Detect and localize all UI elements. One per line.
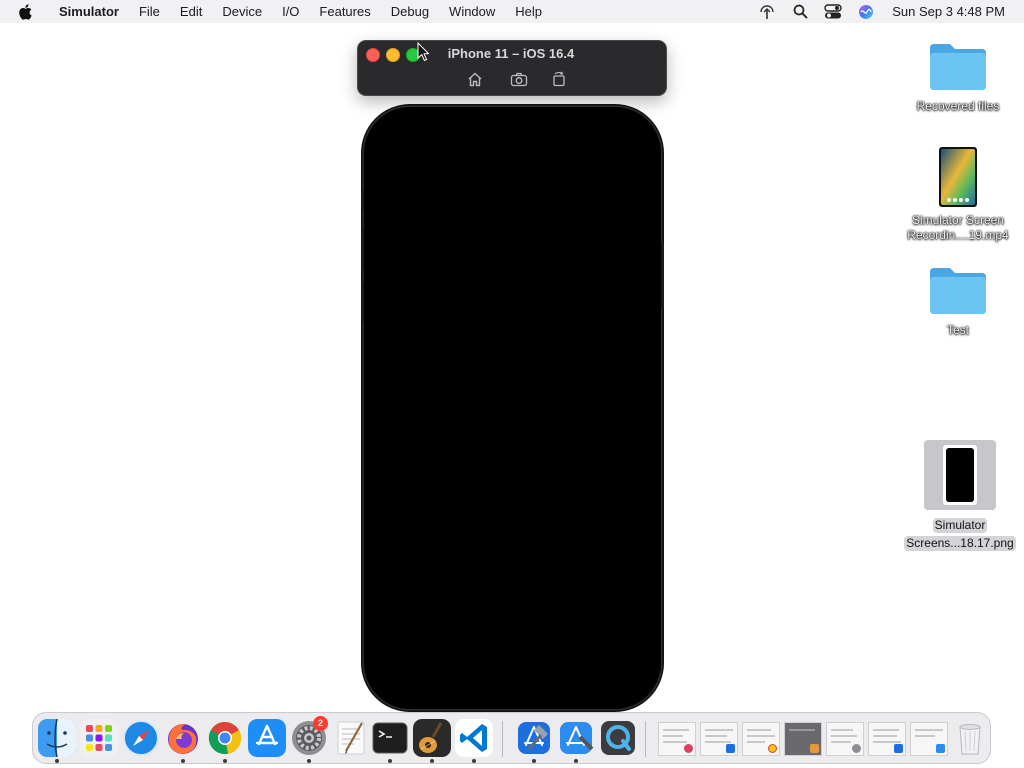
apple-menu-icon[interactable]	[18, 3, 35, 20]
desktop-item-label-line2: Recordin....19.mp4	[907, 228, 1009, 242]
mouse-pointer-icon	[417, 42, 429, 62]
window-title: iPhone 11 – iOS 16.4	[358, 46, 666, 61]
running-indicator	[532, 759, 536, 763]
dock-separator	[502, 721, 503, 757]
side-power-button	[661, 242, 664, 308]
status-area: Sun Sep 3 4:48 PM	[756, 0, 1024, 23]
dock-window-thumbnail[interactable]	[868, 722, 906, 756]
png-thumbnail-icon	[924, 440, 996, 510]
volume-up-button	[361, 228, 364, 270]
ring-silent-switch	[361, 189, 364, 211]
dock-safari-icon[interactable]	[122, 719, 160, 757]
dock-launchpad-icon[interactable]	[80, 719, 118, 757]
menu-device[interactable]: Device	[212, 0, 272, 23]
menu-help[interactable]: Help	[505, 0, 552, 23]
app-badge-icon	[684, 744, 693, 753]
dock-trash-icon[interactable]	[951, 719, 989, 757]
window-title-text: iPhone 11 – iOS 16.4	[447, 46, 575, 61]
home-icon[interactable]	[465, 70, 485, 88]
screenshot-icon[interactable]	[509, 70, 529, 88]
running-indicator	[472, 759, 476, 763]
desktop-item-label: Test	[946, 323, 969, 337]
simulator-window-toolbar[interactable]: iPhone 11 – iOS 16.4	[357, 40, 667, 96]
running-indicator	[307, 759, 311, 763]
dock-window-thumbnail[interactable]	[742, 722, 780, 756]
running-indicator	[388, 759, 392, 763]
app-badge-icon	[768, 744, 777, 753]
running-indicator	[181, 759, 185, 763]
menu-edit[interactable]: Edit	[170, 0, 212, 23]
dock-simulator-icon[interactable]	[557, 719, 595, 757]
app-badge-icon	[894, 744, 903, 753]
dock-window-thumbnail[interactable]	[700, 722, 738, 756]
dock-finder-icon[interactable]	[38, 719, 76, 757]
volume-down-button	[361, 281, 364, 323]
dock-textedit-icon[interactable]	[332, 719, 370, 757]
desktop-item-label-line1: Simulator	[932, 518, 988, 533]
dock-system-settings-icon[interactable]: 2	[290, 716, 328, 757]
dock-window-thumbnail[interactable]	[910, 722, 948, 756]
folder-icon	[930, 44, 986, 90]
dock-separator	[645, 721, 646, 757]
folder-icon	[930, 268, 986, 314]
desktop-item-label-line1: Simulator Screen	[911, 213, 1005, 227]
running-indicator	[223, 759, 227, 763]
desktop-item-label-line2: Screens...18.17.png	[904, 536, 1016, 551]
menu-bar: Simulator File Edit Device I/O Features …	[0, 0, 1024, 23]
menu-debug[interactable]: Debug	[381, 0, 439, 23]
dock-xcode-icon[interactable]	[515, 719, 553, 757]
desktop-item-label: Recovered files	[916, 99, 1000, 113]
airdrop-icon[interactable]	[756, 3, 778, 21]
menu-window[interactable]: Window	[439, 0, 505, 23]
menu-app-name[interactable]: Simulator	[51, 0, 129, 23]
dock-firefox-icon[interactable]	[164, 719, 202, 757]
control-center-icon[interactable]	[822, 3, 844, 21]
dock-app-store-icon[interactable]	[248, 719, 286, 757]
menu-features[interactable]: Features	[309, 0, 380, 23]
dock-window-thumbnail[interactable]	[826, 722, 864, 756]
dock-terminal-icon[interactable]	[371, 719, 409, 757]
running-indicator	[574, 759, 578, 763]
search-icon[interactable]	[789, 3, 811, 21]
dock-chrome-icon[interactable]	[206, 719, 244, 757]
video-thumbnail-icon	[939, 147, 977, 207]
app-badge-icon	[810, 744, 819, 753]
menubar-clock[interactable]: Sun Sep 3 4:48 PM	[892, 4, 1005, 19]
rotate-icon[interactable]	[549, 70, 569, 88]
dock-garageband-icon[interactable]	[413, 719, 451, 757]
desktop-item-screen-recording[interactable]: Simulator Screen Recordin....19.mp4	[898, 146, 1018, 243]
dock-window-thumbnail[interactable]	[658, 722, 696, 756]
running-indicator	[55, 759, 59, 763]
dock-quicktime-icon[interactable]	[599, 719, 637, 757]
siri-icon[interactable]	[855, 3, 877, 21]
dock: 2	[32, 712, 991, 764]
desktop-item-test-folder[interactable]: Test	[898, 262, 1018, 338]
menu-io[interactable]: I/O	[272, 0, 309, 23]
notification-badge: 2	[313, 716, 328, 731]
desktop-item-screenshot-png[interactable]: Simulator Screens...18.17.png	[900, 439, 1020, 552]
app-badge-icon	[726, 744, 735, 753]
dock-vscode-icon[interactable]	[455, 719, 493, 757]
desktop-item-recovered-files[interactable]: Recovered files	[898, 38, 1018, 114]
dock-window-thumbnail[interactable]	[784, 722, 822, 756]
app-badge-icon	[852, 744, 861, 753]
running-indicator	[430, 759, 434, 763]
iphone-device-frame[interactable]	[361, 107, 664, 709]
menu-file[interactable]: File	[129, 0, 170, 23]
app-badge-icon	[936, 744, 945, 753]
